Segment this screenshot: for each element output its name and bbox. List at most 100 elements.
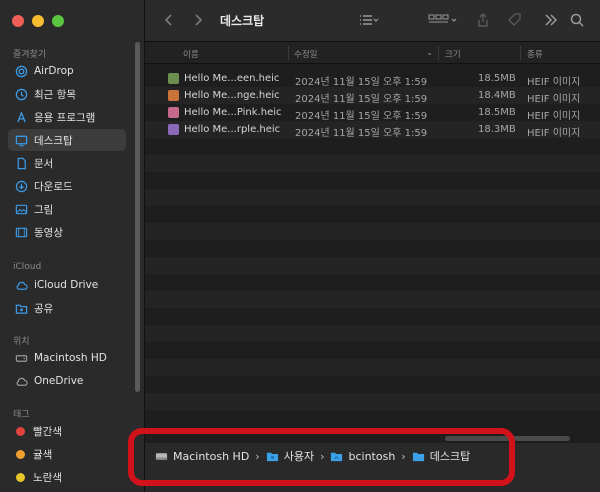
path-segment-users[interactable]: 사용자 — [266, 448, 314, 464]
empty-row — [145, 393, 600, 410]
zoom-button[interactable] — [52, 15, 64, 27]
tag-dot-icon — [16, 426, 25, 436]
group-button[interactable] — [428, 12, 458, 32]
sidebar-item-onedrive[interactable]: OneDrive — [8, 370, 126, 392]
finder-window: 즐겨찾기 AirDrop 최근 항목 응용 프로그램 데스크탑 문서 다운로드 … — [0, 0, 600, 492]
tag-dot-icon — [16, 449, 25, 459]
tag-icon — [508, 13, 521, 26]
column-kind[interactable]: 종류 — [527, 48, 543, 60]
list-view-icon — [360, 15, 379, 25]
empty-row — [145, 240, 600, 257]
cloud-icon — [14, 374, 28, 388]
sidebar-item-pictures[interactable]: 그림 — [8, 198, 126, 220]
tag-dot-icon — [16, 472, 25, 482]
path-segment-home[interactable]: bcintosh — [330, 450, 395, 463]
empty-row — [145, 206, 600, 223]
disk-icon — [155, 450, 168, 463]
photo-icon — [14, 202, 28, 216]
path-segment-desktop[interactable]: 데스크탑 — [412, 448, 470, 464]
cloud-icon — [14, 278, 28, 292]
path-segment-label: 사용자 — [283, 450, 315, 463]
sidebar-item-airdrop[interactable]: AirDrop — [8, 60, 126, 82]
sidebar-scrollbar[interactable] — [135, 42, 140, 392]
sidebar-item-recents[interactable]: 최근 항목 — [8, 83, 126, 105]
table-row[interactable]: Hello Me...een.heic 2024년 11월 15일 오후 1:5… — [145, 70, 600, 88]
file-size: 18.5MB — [478, 73, 516, 84]
file-name: Hello Me...rple.heic — [184, 124, 281, 135]
table-row[interactable]: Hello Me...rple.heic 2024년 11월 15일 오후 1:… — [145, 121, 600, 139]
window-title: 데스크탑 — [220, 14, 265, 28]
search-button[interactable] — [569, 12, 585, 32]
file-date: 2024년 11월 15일 오후 1:59 — [295, 94, 428, 105]
sidebar-item-label: 동영상 — [34, 226, 63, 239]
tag-button[interactable] — [507, 12, 523, 32]
column-name[interactable]: 이름 — [183, 48, 199, 60]
column-size[interactable]: 크기 — [445, 48, 461, 60]
sidebar-item-applications[interactable]: 응용 프로그램 — [8, 106, 126, 128]
movie-icon — [14, 225, 28, 239]
share-button[interactable] — [475, 12, 491, 32]
sidebar-item-label: 최근 항목 — [34, 88, 76, 101]
file-list: Hello Me...een.heic 2024년 11월 15일 오후 1:5… — [145, 64, 600, 434]
chevron-right-icon: › — [320, 449, 325, 463]
sidebar-item-label: AirDrop — [34, 65, 74, 77]
sidebar-item-label: 빨간색 — [33, 425, 62, 438]
sidebar-tag-yellow[interactable]: 노란색 — [8, 466, 126, 488]
chevron-right-icon: › — [401, 449, 406, 463]
section-label-icloud: iCloud — [13, 262, 42, 272]
file-size: 18.4MB — [478, 90, 516, 101]
sidebar-item-shared[interactable]: 공유 — [8, 297, 126, 319]
path-segment-label: Macintosh HD — [173, 449, 250, 463]
desktop-icon — [14, 133, 28, 147]
sidebar-item-label: 응용 프로그램 — [34, 111, 96, 124]
sidebar-item-downloads[interactable]: 다운로드 — [8, 175, 126, 197]
empty-row — [145, 376, 600, 393]
applications-icon — [14, 110, 28, 124]
file-kind: HEIF 이미지 — [527, 77, 581, 88]
empty-row — [145, 155, 600, 172]
file-date: 2024년 11월 15일 오후 1:59 — [295, 77, 428, 88]
section-label-locations: 위치 — [13, 337, 30, 347]
sort-chevron-icon: ⌄ — [426, 48, 434, 58]
image-thumbnail-icon — [168, 90, 179, 101]
image-thumbnail-icon — [168, 73, 179, 84]
sidebar-item-label: 문서 — [34, 157, 54, 170]
more-button[interactable] — [543, 12, 559, 32]
empty-row — [145, 410, 600, 427]
empty-row — [145, 342, 600, 359]
sidebar-tag-orange[interactable]: 귤색 — [8, 443, 126, 465]
minimize-button[interactable] — [32, 15, 44, 27]
sidebar-tag-red[interactable]: 빨간색 — [8, 420, 126, 442]
horizontal-scrollbar[interactable] — [445, 436, 570, 441]
status-bar — [145, 469, 600, 492]
empty-row — [145, 359, 600, 376]
main-content: 데스크탑 이름 수정일 ⌄ 크기 종류 Hello Me...een.heic … — [145, 0, 600, 492]
window-controls — [12, 15, 64, 27]
sidebar-item-macintosh-hd[interactable]: Macintosh HD — [8, 347, 126, 369]
sidebar-item-movies[interactable]: 동영상 — [8, 221, 126, 243]
path-bar: Macintosh HD › 사용자 › bcintosh › 데스크탑 — [145, 443, 600, 469]
file-name: Hello Me...Pink.heic — [184, 107, 282, 118]
section-label-favorites: 즐겨찾기 — [13, 50, 47, 60]
close-button[interactable] — [12, 15, 24, 27]
file-name: Hello Me...een.heic — [184, 73, 280, 84]
sidebar-item-label: 그림 — [34, 203, 54, 216]
column-date[interactable]: 수정일 — [294, 48, 317, 60]
column-header: 이름 수정일 ⌄ 크기 종류 — [145, 42, 600, 64]
file-date: 2024년 11월 15일 오후 1:59 — [295, 128, 428, 139]
sidebar-item-label: iCloud Drive — [34, 279, 99, 291]
sidebar-item-icloud-drive[interactable]: iCloud Drive — [8, 274, 126, 296]
table-row[interactable]: Hello Me...nge.heic 2024년 11월 15일 오후 1:5… — [145, 87, 600, 105]
sidebar-item-label: 노란색 — [33, 471, 62, 484]
file-kind: HEIF 이미지 — [527, 111, 581, 122]
forward-button[interactable] — [190, 12, 206, 32]
list-view-button[interactable] — [358, 12, 380, 32]
back-button[interactable] — [161, 12, 177, 32]
grid-icon — [428, 14, 457, 23]
chevron-right-icon — [195, 14, 203, 26]
sidebar-item-desktop[interactable]: 데스크탑 — [8, 129, 126, 151]
table-row[interactable]: Hello Me...Pink.heic 2024년 11월 15일 오후 1:… — [145, 104, 600, 122]
path-segment-macintosh-hd[interactable]: Macintosh HD — [155, 450, 249, 463]
search-icon — [570, 13, 584, 27]
sidebar-item-documents[interactable]: 문서 — [8, 152, 126, 174]
